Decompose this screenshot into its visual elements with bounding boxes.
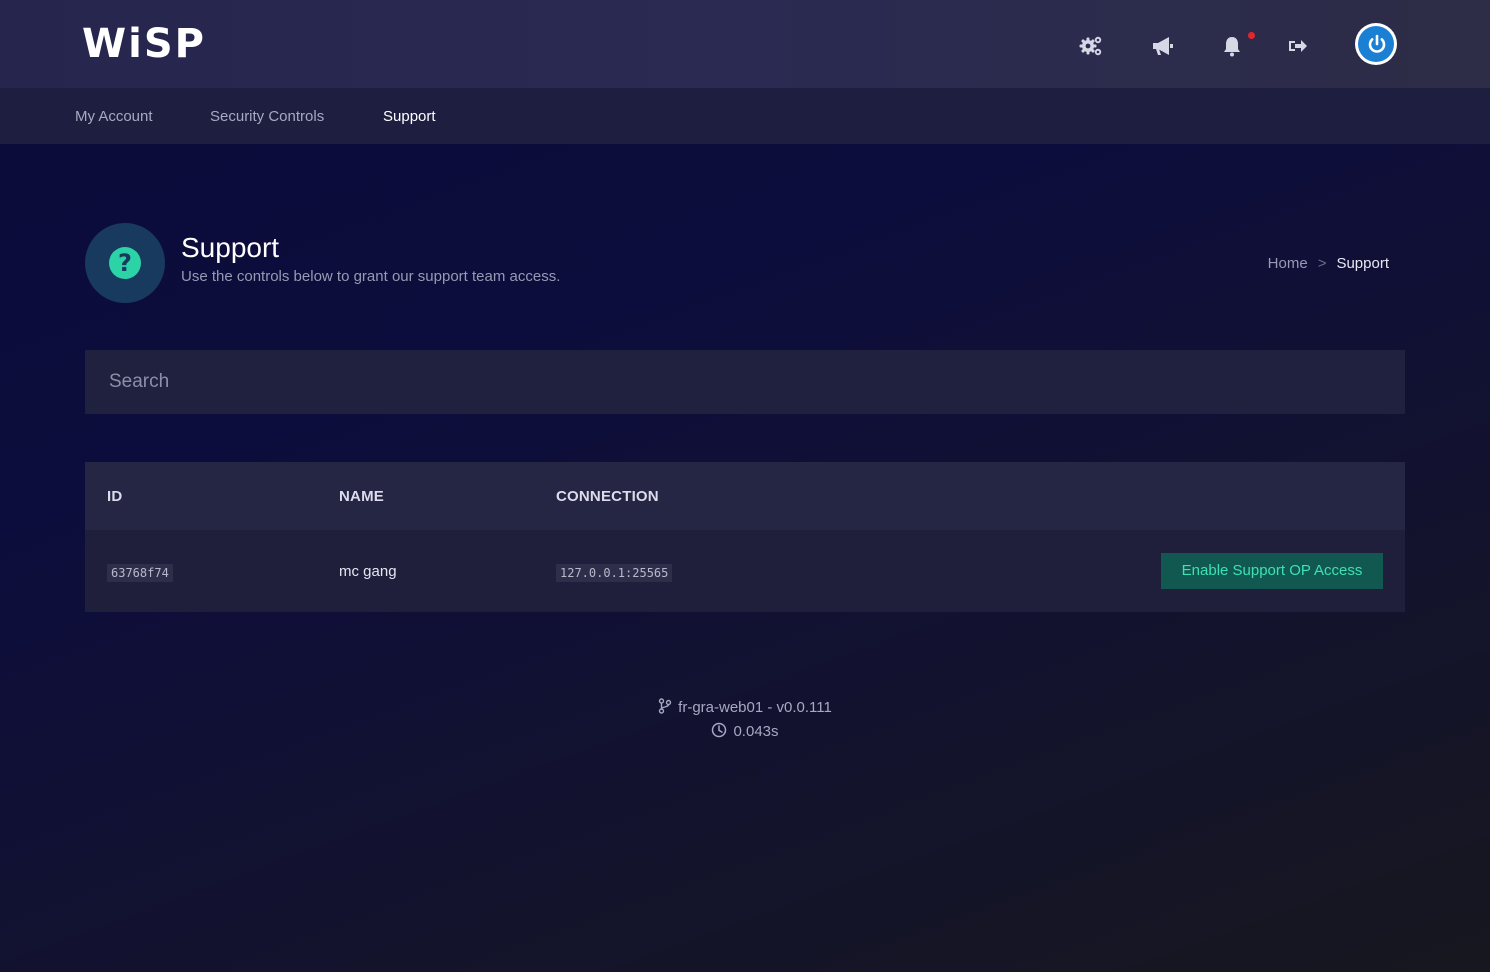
footer-render-time: 0.043s: [0, 722, 1490, 741]
sign-out-icon[interactable]: [1285, 33, 1311, 59]
user-avatar[interactable]: [1355, 23, 1397, 65]
wisp-logo[interactable]: WiSP: [82, 22, 206, 66]
clock-icon: [712, 722, 727, 738]
servers-table: ID NAME CONNECTION 63768f74 mc gang 127.…: [85, 462, 1405, 612]
breadcrumb: Home > Support: [1268, 255, 1389, 273]
nav-security-controls[interactable]: Security Controls: [210, 108, 324, 126]
breadcrumb-separator: >: [1317, 255, 1327, 272]
notification-dot: [1248, 32, 1255, 39]
page-subtitle: Use the controls below to grant our supp…: [181, 268, 561, 285]
support-header-icon: ?: [85, 223, 165, 303]
power-icon: [1358, 26, 1394, 62]
git-branch-icon: [658, 698, 672, 714]
server-connection: 127.0.0.1:25565: [556, 564, 673, 582]
column-header-name: NAME: [339, 488, 384, 505]
column-header-connection: CONNECTION: [556, 488, 659, 505]
footer-render-time-text: 0.043s: [733, 723, 779, 740]
server-id: 63768f74: [107, 564, 173, 582]
footer-version: fr-gra-web01 - v0.0.111: [0, 698, 1490, 717]
question-icon: ?: [109, 247, 141, 279]
breadcrumb-current: Support: [1336, 255, 1389, 272]
megaphone-icon[interactable]: [1150, 33, 1176, 59]
enable-support-op-access-button[interactable]: Enable Support OP Access: [1161, 553, 1383, 589]
column-header-id: ID: [107, 488, 123, 505]
gears-icon[interactable]: [1078, 33, 1104, 59]
nav-support[interactable]: Support: [383, 108, 436, 126]
search-input[interactable]: [85, 350, 1405, 414]
breadcrumb-home[interactable]: Home: [1268, 255, 1308, 272]
bell-icon[interactable]: [1219, 33, 1245, 59]
page-title: Support: [181, 232, 280, 263]
server-name: mc gang: [339, 563, 397, 580]
sub-navigation: My Account Security Controls Support: [0, 88, 1490, 144]
top-bar: WiSP: [0, 0, 1490, 88]
table-header: ID NAME CONNECTION: [85, 462, 1405, 530]
nav-my-account[interactable]: My Account: [75, 108, 153, 126]
footer-version-text: fr-gra-web01 - v0.0.111: [678, 699, 832, 716]
